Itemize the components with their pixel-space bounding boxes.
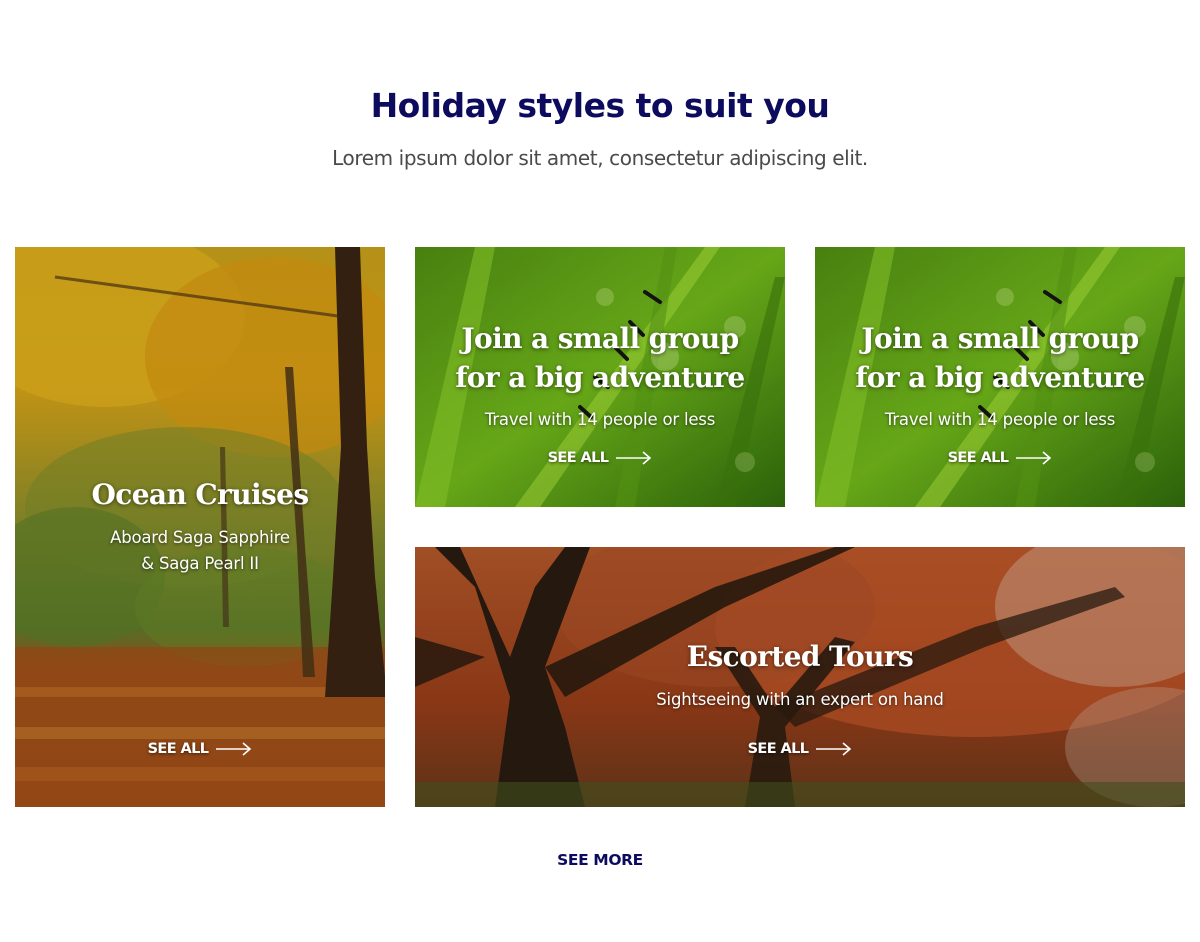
card-subtitle: Aboard Saga Sapphire & Saga Pearl II xyxy=(110,528,290,573)
card-small-group[interactable]: Join a small group for a big adventure T… xyxy=(815,247,1185,507)
see-all-label: SEE ALL xyxy=(147,741,209,757)
see-more-button[interactable]: SEE MORE xyxy=(0,851,1200,869)
section-subtitle: Lorem ipsum dolor sit amet, consectetur … xyxy=(332,146,868,170)
arrow-right-icon xyxy=(616,451,652,465)
card-small-group[interactable]: Join a small group for a big adventure T… xyxy=(415,247,785,507)
arrow-right-icon xyxy=(1016,451,1052,465)
card-subtitle: Travel with 14 people or less xyxy=(884,410,1116,429)
card-escorted-tours[interactable]: Escorted Tours Sightseeing with an exper… xyxy=(415,547,1185,807)
card-subtitle: Travel with 14 people or less xyxy=(484,410,716,429)
see-all-label: SEE ALL xyxy=(947,450,1009,466)
card-title: Join a small group for a big adventure xyxy=(455,322,745,394)
see-all-label: SEE ALL xyxy=(547,450,609,466)
see-all-link[interactable]: SEE ALL xyxy=(815,450,1185,466)
see-all-link[interactable]: SEE ALL xyxy=(15,741,385,757)
card-subtitle: Sightseeing with an expert on hand xyxy=(656,690,944,709)
see-all-label: SEE ALL xyxy=(747,741,809,757)
arrow-right-icon xyxy=(816,742,852,756)
holiday-styles-section: Holiday styles to suit you Lorem ipsum d… xyxy=(0,0,1200,942)
card-title: Escorted Tours xyxy=(686,640,914,673)
card-title: Join a small group for a big adventure xyxy=(855,322,1145,394)
see-all-link[interactable]: SEE ALL xyxy=(415,741,1185,757)
section-title: Holiday styles to suit you xyxy=(370,86,830,125)
card-ocean-cruises[interactable]: Ocean Cruises Aboard Saga Sapphire & Sag… xyxy=(15,247,385,807)
card-title: Ocean Cruises xyxy=(91,478,309,511)
see-all-link[interactable]: SEE ALL xyxy=(415,450,785,466)
arrow-right-icon xyxy=(216,742,252,756)
